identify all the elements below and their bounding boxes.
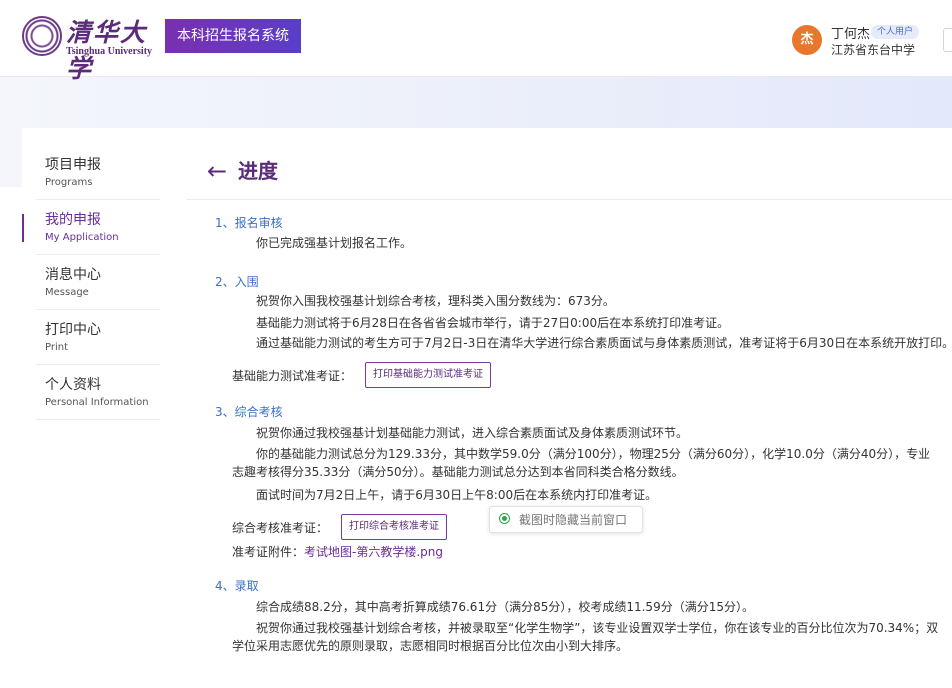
assessment-ticket-label: 综合考核准考证： xyxy=(232,521,329,535)
attachment-row: 准考证附件：考试地图-第六教学楼.png xyxy=(232,543,443,560)
user-school: 江苏省东台中学 xyxy=(831,43,916,57)
section-text: 祝贺你入围我校强基计划综合考核，理科类入围分数线为：673分。 xyxy=(256,294,615,308)
print-assessment-ticket-button[interactable]: 打印综合考核准考证 xyxy=(341,514,447,540)
sidebar-item-label: 打印中心 xyxy=(45,322,101,338)
back-arrow-icon[interactable]: ← xyxy=(207,156,227,186)
section-heading-review: 1、报名审核 xyxy=(215,216,283,230)
radio-checked-icon[interactable] xyxy=(499,513,510,524)
attachment-label: 准考证附件： xyxy=(232,545,305,559)
sidebar-item-print[interactable]: 打印中心 Print xyxy=(36,310,160,365)
section-heading-shortlist: 2、入围 xyxy=(215,275,259,289)
section-text: 基础能力测试将于6月28日在各省省会城市举行，请于27日0:00后在本系统打印准… xyxy=(256,316,730,330)
user-name: 丁何杰 xyxy=(831,27,871,42)
sidebar-item-my-application[interactable]: 我的申报 My Application xyxy=(22,200,160,255)
print-basic-test-ticket-button[interactable]: 打印基础能力测试准考证 xyxy=(365,362,491,388)
section-heading-assessment: 3、综合考核 xyxy=(215,405,283,419)
section-text: 你已完成强基计划报名工作。 xyxy=(256,236,413,250)
section-text: 面试时间为7月2日上午，请于6月30日上午8:00后在本系统内打印准考证。 xyxy=(256,488,658,502)
basic-test-ticket-label: 基础能力测试准考证： xyxy=(232,369,353,383)
logo-text-en: Tsinghua University xyxy=(66,46,153,57)
user-menu-box[interactable] xyxy=(943,28,952,52)
system-name-badge[interactable]: 本科招生报名系统 xyxy=(165,19,301,53)
section-text: 通过基础能力测试的考生方可于7月2日-3日在清华大学进行综合素质面试与身体素质测… xyxy=(256,336,952,350)
tsinghua-logo[interactable]: 清华大学 Tsinghua University xyxy=(22,16,152,83)
sidebar-item-sublabel: Personal Information xyxy=(45,397,149,408)
section-text: 综合成绩88.2分，其中高考折算成绩76.61分（满分85分），校考成绩11.5… xyxy=(256,600,754,614)
hide-window-toggle[interactable]: 截图时隐藏当前窗口 xyxy=(489,506,643,533)
sidebar-item-sublabel: Print xyxy=(45,342,69,353)
section-text: 你的基础能力测试总分为129.33分，其中数学59.0分（满分100分），物理2… xyxy=(232,447,931,479)
sidebar-item-sublabel: My Application xyxy=(45,232,119,243)
page-title: 进度 xyxy=(238,159,278,183)
sidebar-item-label: 消息中心 xyxy=(45,267,101,283)
sidebar-item-sublabel: Message xyxy=(45,287,89,298)
user-type-badge: 个人用户 xyxy=(871,25,920,39)
university-seal-icon xyxy=(22,16,62,56)
user-avatar[interactable]: 杰 xyxy=(792,25,822,55)
section-text: 祝贺你通过我校强基计划综合考核，并被录取至“化学生物学”，该专业设置双学士学位，… xyxy=(232,621,939,653)
sidebar-nav: 项目申报 Programs 我的申报 My Application 消息中心 M… xyxy=(22,145,160,420)
sidebar-item-programs[interactable]: 项目申报 Programs xyxy=(36,145,160,200)
sidebar-item-label: 我的申报 xyxy=(45,212,101,228)
active-indicator xyxy=(22,214,24,242)
title-divider xyxy=(186,199,952,200)
attachment-link[interactable]: 考试地图-第六教学楼.png xyxy=(304,545,443,559)
sidebar-item-message[interactable]: 消息中心 Message xyxy=(36,255,160,310)
sidebar-item-sublabel: Programs xyxy=(45,177,93,188)
sidebar-item-label: 项目申报 xyxy=(45,157,101,173)
top-header: 清华大学 Tsinghua University 本科招生报名系统 杰 丁何杰 … xyxy=(0,0,952,83)
section-text: 祝贺你通过我校强基计划基础能力测试，进入综合素质面试及身体素质测试环节。 xyxy=(256,426,689,440)
hide-window-label: 截图时隐藏当前窗口 xyxy=(519,513,628,527)
sidebar-item-label: 个人资料 xyxy=(45,377,101,393)
sidebar-item-personal-info[interactable]: 个人资料 Personal Information xyxy=(36,365,160,420)
section-heading-admission: 4、录取 xyxy=(215,579,259,593)
